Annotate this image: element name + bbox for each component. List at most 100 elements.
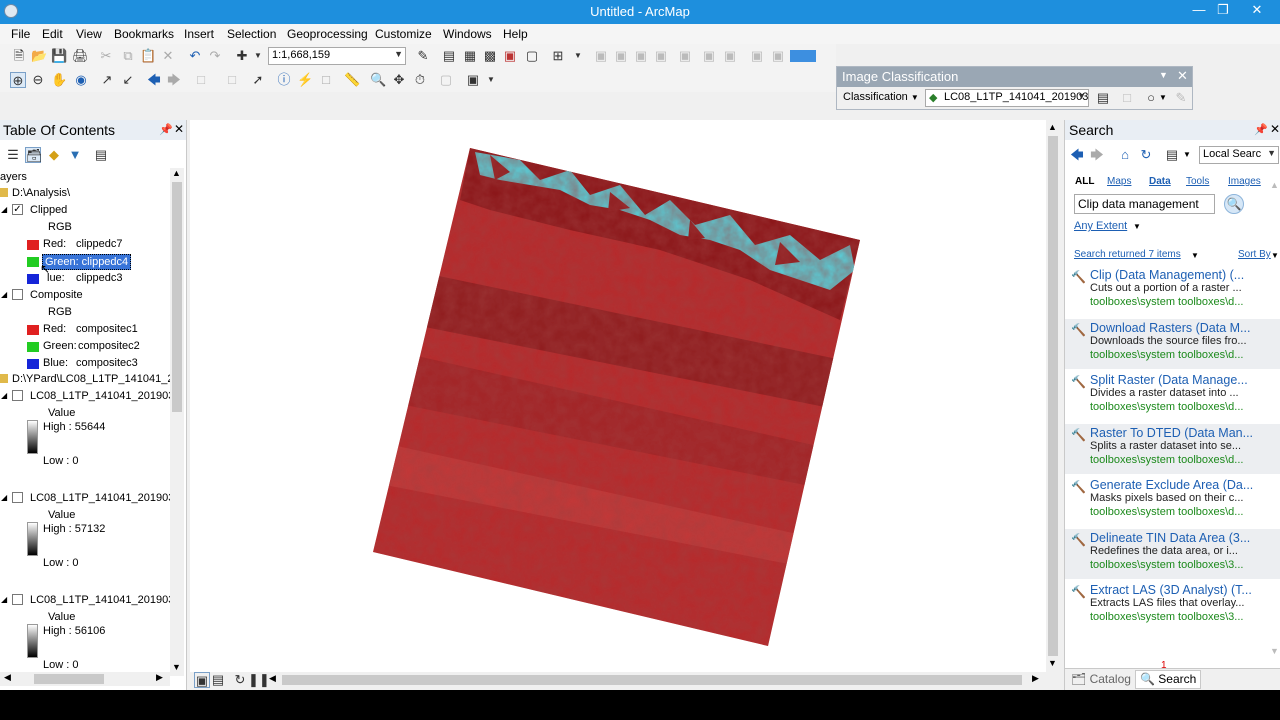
menu-insert[interactable]: Insert: [184, 27, 214, 41]
scroll-left-icon[interactable]: ◀: [269, 673, 276, 684]
save-icon[interactable]: 💾: [51, 48, 67, 64]
layer-visibility-checkbox[interactable]: [12, 492, 23, 503]
search-window-icon[interactable]: ▩: [482, 48, 498, 64]
measure-icon[interactable]: 📏: [344, 72, 360, 88]
map-vertical-scrollbar[interactable]: ▲ ▼: [1046, 120, 1060, 672]
table-of-contents-window-icon[interactable]: ▤: [441, 48, 457, 64]
forward-arrow-icon[interactable]: 🡆: [166, 72, 182, 88]
draw-dropdown-icon[interactable]: ▼: [1159, 93, 1167, 102]
result-title[interactable]: Raster To DTED (Data Man...: [1090, 426, 1278, 440]
classification-menu[interactable]: Classification ▼: [843, 91, 919, 103]
layer-visibility-checkbox[interactable]: [12, 594, 23, 605]
toc-options-icon[interactable]: ▤: [93, 147, 109, 163]
go-to-xy-icon[interactable]: ✥: [391, 72, 407, 88]
pin-icon[interactable]: 📌: [1254, 123, 1268, 136]
scroll-thumb[interactable]: [282, 675, 1022, 685]
search-returned-count[interactable]: Search returned 7 items: [1074, 249, 1181, 260]
panel-close-icon[interactable]: ✕: [1270, 122, 1280, 136]
list-by-selection-icon[interactable]: ▼: [67, 147, 83, 163]
python-window-icon[interactable]: ▢: [524, 48, 540, 64]
back-arrow-icon[interactable]: 🡄: [1069, 147, 1085, 163]
arctoolbox-icon[interactable]: ▣: [502, 48, 518, 64]
select-by-rectangle-icon[interactable]: □: [193, 72, 209, 88]
tab-images[interactable]: Images: [1228, 176, 1261, 187]
tab-data[interactable]: Data: [1149, 176, 1171, 187]
create-viewer-icon[interactable]: ▣: [465, 72, 481, 88]
add-data-icon[interactable]: ✚: [234, 48, 250, 64]
hyperlink-icon[interactable]: ⚡: [297, 72, 313, 88]
minimize-button[interactable]: —: [1187, 2, 1211, 20]
maximize-button[interactable]: ❐: [1211, 2, 1235, 20]
raster-layer-name[interactable]: LC08_L1TP_141041_2019032: [30, 390, 172, 402]
folder-analysis[interactable]: D:\Analysis\: [12, 187, 70, 199]
scroll-down-icon[interactable]: ▼: [172, 662, 181, 672]
pause-drawing-icon[interactable]: ❚❚: [248, 672, 270, 688]
cut-icon[interactable]: ✂: [98, 48, 114, 64]
toolbar-menu-icon[interactable]: ▼: [1159, 70, 1168, 80]
paste-icon[interactable]: 📋: [140, 48, 156, 64]
expand-icon[interactable]: ◢: [1, 290, 7, 299]
scroll-thumb[interactable]: [1048, 136, 1058, 656]
tab-tools[interactable]: Tools: [1186, 176, 1209, 187]
zoom-in-icon[interactable]: ⊕: [10, 72, 26, 88]
search-result[interactable]: 🔨 Extract LAS (3D Analyst) (T... Extract…: [1065, 581, 1280, 631]
open-folder-icon[interactable]: 📂: [31, 48, 47, 64]
time-slider-icon[interactable]: ⏱: [412, 72, 428, 88]
classification-layer-combo[interactable]: ◆ LC08_L1TP_141041_201903 ▼: [925, 89, 1089, 107]
tools-options-icon[interactable]: ▼: [483, 72, 499, 88]
catalog-window-icon[interactable]: ▦: [462, 48, 478, 64]
search-result[interactable]: 🔨 Clip (Data Management) (... Cuts out a…: [1065, 266, 1280, 316]
scroll-down-icon[interactable]: ▼: [1270, 646, 1279, 656]
clear-selection-icon[interactable]: □: [224, 72, 240, 88]
search-tab[interactable]: 🔍 Search: [1135, 670, 1202, 689]
html-popup-icon[interactable]: □: [318, 72, 334, 88]
menu-selection[interactable]: Selection: [227, 27, 276, 41]
redo-icon[interactable]: ↷: [207, 48, 223, 64]
copy-icon[interactable]: ⧉: [120, 48, 136, 64]
menu-customize[interactable]: Customize: [375, 27, 432, 41]
data-view-icon[interactable]: ▣: [194, 672, 210, 688]
menu-windows[interactable]: Windows: [443, 27, 492, 41]
layer-visibility-checkbox[interactable]: [12, 289, 23, 300]
layer-composite[interactable]: Composite: [30, 289, 83, 301]
scroll-thumb[interactable]: [34, 674, 104, 684]
zoom-out-icon[interactable]: ⊖: [30, 72, 46, 88]
search-result[interactable]: 🔨 Raster To DTED (Data Man... Splits a r…: [1065, 424, 1280, 474]
layer-clipped[interactable]: Clipped: [30, 204, 67, 216]
list-by-visibility-icon[interactable]: ◆: [46, 147, 62, 163]
result-title[interactable]: Download Rasters (Data M...: [1090, 321, 1278, 335]
new-document-icon[interactable]: 🗎: [11, 48, 27, 64]
scroll-down-icon[interactable]: ▼: [1048, 658, 1057, 668]
raster-layer-name[interactable]: LC08_L1TP_141041_2019032: [30, 594, 172, 606]
expand-icon[interactable]: ◢: [1, 595, 7, 604]
layout-view-icon[interactable]: ▤: [210, 672, 226, 688]
refresh-icon[interactable]: ↻: [232, 672, 248, 688]
add-data-dropdown-icon[interactable]: ▼: [250, 48, 266, 64]
full-extent-globe-icon[interactable]: ◉: [73, 72, 89, 88]
layer-visibility-checkbox[interactable]: ✓: [12, 204, 23, 215]
forward-arrow-icon[interactable]: 🡆: [1089, 147, 1105, 163]
view-options-icon[interactable]: ▤: [1164, 147, 1180, 163]
result-title[interactable]: Clip (Data Management) (...: [1090, 268, 1278, 282]
scroll-right-icon[interactable]: ▶: [156, 672, 163, 683]
search-result[interactable]: 🔨 Download Rasters (Data M... Downloads …: [1065, 319, 1280, 369]
color-swatch-icon[interactable]: [790, 50, 816, 62]
expand-icon[interactable]: ◢: [1, 493, 7, 502]
extent-filter[interactable]: Any Extent: [1074, 220, 1127, 232]
menu-view[interactable]: View: [76, 27, 102, 41]
menu-geoprocessing[interactable]: Geoprocessing: [287, 27, 368, 41]
green-band-selected[interactable]: Green: clippedc4: [42, 254, 132, 270]
fixed-zoom-out-icon[interactable]: ↙: [120, 72, 136, 88]
print-icon[interactable]: 🖨: [72, 48, 89, 64]
tab-all[interactable]: ALL: [1075, 176, 1094, 187]
training-sample-manager-icon[interactable]: ▤: [1095, 90, 1111, 106]
toc-horizontal-scrollbar[interactable]: ◀ ▶: [0, 672, 170, 686]
toolbar-close-icon[interactable]: ✕: [1177, 68, 1188, 84]
toc-vertical-scrollbar[interactable]: ▲ ▼: [170, 168, 184, 676]
menu-bookmarks[interactable]: Bookmarks: [114, 27, 174, 41]
sort-by-menu[interactable]: Sort By: [1238, 249, 1271, 260]
raster-layer-name[interactable]: LC08_L1TP_141041_2019032: [30, 492, 172, 504]
search-result[interactable]: 🔨 Generate Exclude Area (Da... Masks pix…: [1065, 476, 1280, 526]
menu-help[interactable]: Help: [503, 27, 528, 41]
layer-visibility-checkbox[interactable]: [12, 390, 23, 401]
